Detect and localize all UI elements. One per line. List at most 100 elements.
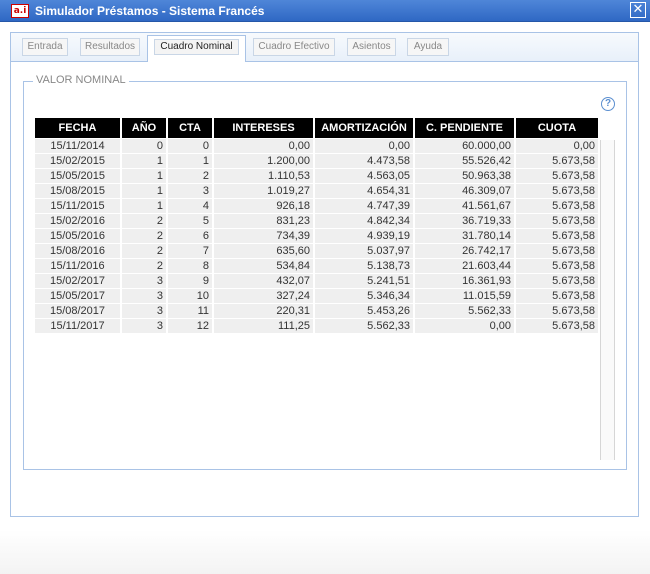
table-cell: 5.346,34 xyxy=(315,289,413,303)
table-cell: 4.473,58 xyxy=(315,154,413,168)
table-cell: 11.015,59 xyxy=(415,289,514,303)
table-cell: 635,60 xyxy=(214,244,313,258)
help-icon[interactable]: ? xyxy=(601,97,615,111)
table-cell: 831,23 xyxy=(214,214,313,228)
column-header-intereses: INTERESES xyxy=(214,118,313,138)
tab-ayuda[interactable]: Ayuda xyxy=(407,38,449,56)
table-cell: 4.747,39 xyxy=(315,199,413,213)
tab-resultados[interactable]: Resultados xyxy=(80,38,140,56)
table-row: 15/02/2017 3 9 432,07 5.241,51 16.361,93 5.673… xyxy=(35,274,598,288)
tab-asientos[interactable]: Asientos xyxy=(347,38,396,56)
table-cell: 10 xyxy=(168,289,212,303)
window-title: Simulador Préstamos - Sistema Francés xyxy=(35,4,265,18)
amortization-table: FECHA AÑO CTA INTERESES AMORTIZACIÓN C. … xyxy=(35,118,600,334)
tab-label: Cuadro Efectivo xyxy=(258,41,330,52)
table-cell: 50.963,38 xyxy=(415,169,514,183)
table-cell: 15/11/2017 xyxy=(35,319,120,333)
table-cell: 926,18 xyxy=(214,199,313,213)
table-cell: 15/05/2017 xyxy=(35,289,120,303)
table-cell: 5.673,58 xyxy=(516,199,598,213)
table-cell: 15/08/2016 xyxy=(35,244,120,258)
title-bar: a.i Simulador Préstamos - Sistema Francé… xyxy=(0,0,650,22)
table-cell: 5.562,33 xyxy=(415,304,514,318)
table-cell: 15/11/2014 xyxy=(35,139,120,153)
table-cell: 3 xyxy=(122,304,166,318)
table-cell: 0 xyxy=(122,139,166,153)
tab-label: Resultados xyxy=(84,41,136,52)
table-cell: 734,39 xyxy=(214,229,313,243)
table-cell: 5.453,26 xyxy=(315,304,413,318)
table-cell: 2 xyxy=(168,169,212,183)
table-cell: 0,00 xyxy=(315,139,413,153)
table-cell: 5.673,58 xyxy=(516,154,598,168)
table-cell: 5.673,58 xyxy=(516,244,598,258)
tab-cuadro-efectivo[interactable]: Cuadro Efectivo xyxy=(253,38,335,56)
table-cell: 11 xyxy=(168,304,212,318)
table-row: 15/08/2015 1 3 1.019,27 4.654,31 46.309,07 5.6… xyxy=(35,184,598,198)
close-button[interactable]: ✕ xyxy=(630,2,646,18)
table-cell: 5.673,58 xyxy=(516,229,598,243)
column-header-cuota: CUOTA xyxy=(516,118,598,138)
table-cell: 432,07 xyxy=(214,274,313,288)
table-scrollbar[interactable] xyxy=(600,140,615,460)
table-cell: 5.037,97 xyxy=(315,244,413,258)
table-row: 15/02/2016 2 5 831,23 4.842,34 36.719,33 5.673… xyxy=(35,214,598,228)
table-cell: 3 xyxy=(122,289,166,303)
table-cell: 2 xyxy=(122,244,166,258)
table-cell: 16.361,93 xyxy=(415,274,514,288)
table-cell: 2 xyxy=(122,229,166,243)
table-cell: 1 xyxy=(122,184,166,198)
table-cell: 31.780,14 xyxy=(415,229,514,243)
table-row: 15/05/2015 1 2 1.110,53 4.563,05 50.963,38 5.6… xyxy=(35,169,598,183)
table-cell: 15/08/2017 xyxy=(35,304,120,318)
table-cell: 4.939,19 xyxy=(315,229,413,243)
table-cell: 5.562,33 xyxy=(315,319,413,333)
table-cell: 2 xyxy=(122,214,166,228)
table-cell: 15/02/2017 xyxy=(35,274,120,288)
table-cell: 111,25 xyxy=(214,319,313,333)
table-cell: 5.673,58 xyxy=(516,169,598,183)
table-cell: 534,84 xyxy=(214,259,313,273)
table-cell: 1 xyxy=(122,199,166,213)
table-cell: 0,00 xyxy=(214,139,313,153)
table-row: 15/11/2016 2 8 534,84 5.138,73 21.603,44 5.673… xyxy=(35,259,598,273)
table-cell: 1.019,27 xyxy=(214,184,313,198)
table-cell: 21.603,44 xyxy=(415,259,514,273)
table-cell: 5.138,73 xyxy=(315,259,413,273)
tab-entrada[interactable]: Entrada xyxy=(22,38,68,56)
table-cell: 46.309,07 xyxy=(415,184,514,198)
table-cell: 41.561,67 xyxy=(415,199,514,213)
table-cell: 15/05/2016 xyxy=(35,229,120,243)
table-row: 15/08/2016 2 7 635,60 5.037,97 26.742,17 5.673… xyxy=(35,244,598,258)
table-cell: 26.742,17 xyxy=(415,244,514,258)
table-row: 15/05/2016 2 6 734,39 4.939,19 31.780,14 5.673… xyxy=(35,229,598,243)
table-cell: 5 xyxy=(168,214,212,228)
table-cell: 5.673,58 xyxy=(516,304,598,318)
table-cell: 3 xyxy=(122,274,166,288)
column-header-ano: AÑO xyxy=(122,118,166,138)
table-cell: 6 xyxy=(168,229,212,243)
table-cell: 12 xyxy=(168,319,212,333)
column-header-cta: CTA xyxy=(168,118,212,138)
table-row: 15/11/2014 0 0 0,00 0,00 60.000,00 0,00 xyxy=(35,139,598,153)
table-cell: 0 xyxy=(168,139,212,153)
column-header-amortizacion: AMORTIZACIÓN xyxy=(315,118,413,138)
app-logo-icon: a.i xyxy=(11,4,29,18)
table-cell: 1 xyxy=(122,169,166,183)
table-row: 15/11/2015 1 4 926,18 4.747,39 41.561,67 5.673… xyxy=(35,199,598,213)
table-cell: 5.673,58 xyxy=(516,214,598,228)
table-row: 15/02/2015 1 1 1.200,00 4.473,58 55.526,42 5.6… xyxy=(35,154,598,168)
table-cell: 3 xyxy=(122,319,166,333)
tab-cuadro-nominal[interactable]: Cuadro Nominal xyxy=(147,35,246,62)
table-cell: 4 xyxy=(168,199,212,213)
table-cell: 3 xyxy=(168,184,212,198)
table-cell: 327,24 xyxy=(214,289,313,303)
table-cell: 0,00 xyxy=(415,319,514,333)
table-row: 15/08/2017 3 11 220,31 5.453,26 5.562,33 5.673… xyxy=(35,304,598,318)
table-cell: 15/11/2016 xyxy=(35,259,120,273)
table-cell: 8 xyxy=(168,259,212,273)
table-cell: 5.673,58 xyxy=(516,319,598,333)
column-header-pendiente: C. PENDIENTE xyxy=(415,118,514,138)
tab-label: Asientos xyxy=(352,41,391,52)
table-cell: 220,31 xyxy=(214,304,313,318)
